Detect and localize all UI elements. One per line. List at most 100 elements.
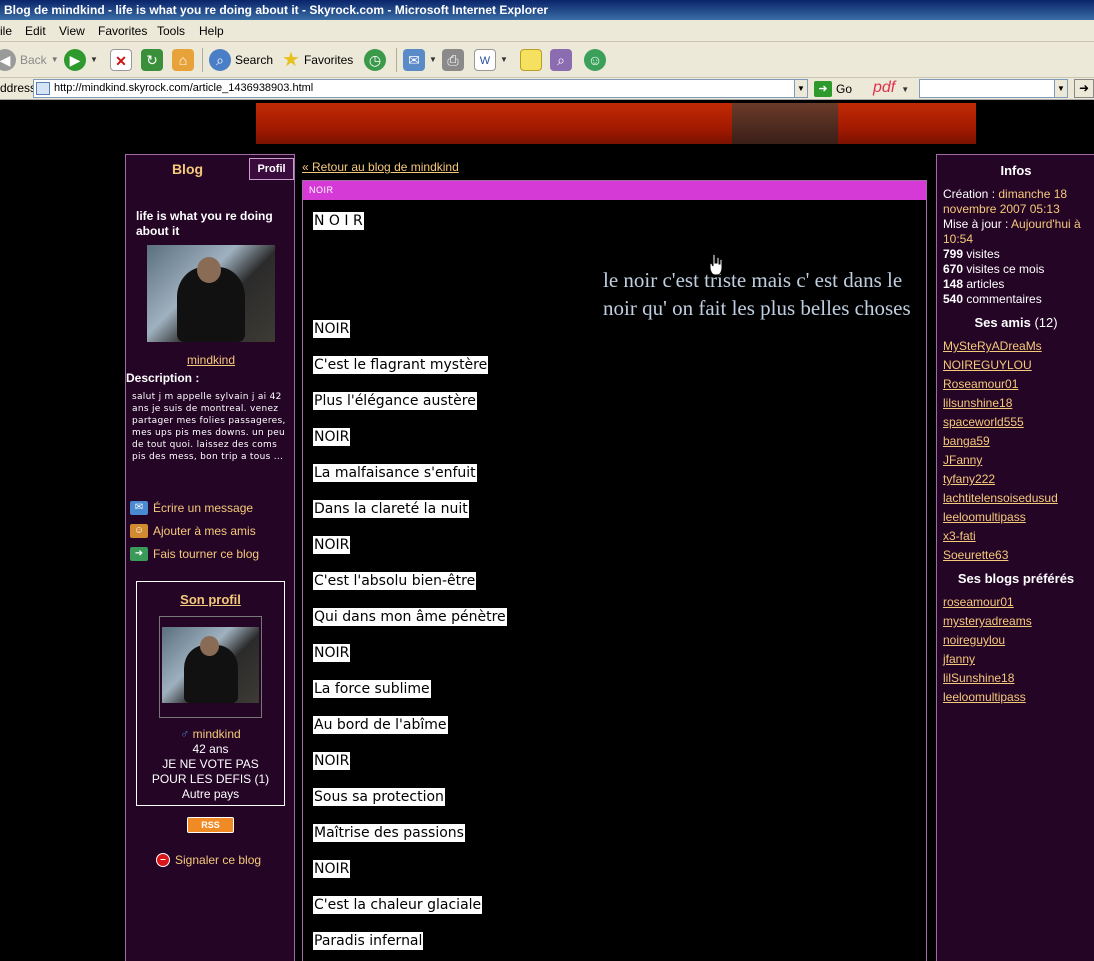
friend-link[interactable]: tyfany222 (943, 472, 995, 486)
description-label: Description : (126, 371, 200, 385)
poem-line: NOIR (313, 536, 351, 554)
friend-link[interactable]: Roseamour01 (943, 377, 1018, 391)
address-label: ddress (0, 81, 37, 95)
favorite-blog-link[interactable]: roseamour01 (943, 595, 1014, 609)
search-label: Search (235, 53, 274, 67)
author-link-label[interactable]: mindkind (187, 353, 235, 367)
poem-line: NOIR (313, 644, 351, 662)
articles-label: articles (966, 277, 1005, 291)
add-user-icon: ☺ (130, 524, 148, 538)
go-button[interactable]: ➜ Go (814, 80, 852, 98)
messenger-button[interactable]: ☺ (584, 48, 606, 72)
friend-link[interactable]: JFanny (943, 453, 982, 467)
back-button[interactable]: ◀ Back ▼ (0, 48, 59, 72)
menu-tools[interactable]: Tools (157, 20, 185, 42)
go-arrow-icon: ➜ (814, 81, 832, 97)
toolbar-divider (396, 48, 397, 72)
forward-button[interactable]: ▶ ▼ (64, 48, 98, 72)
favorites-button[interactable]: ★ Favorites (282, 48, 353, 72)
friend-link[interactable]: x3-fati (943, 529, 976, 543)
pdf-search-input[interactable] (919, 79, 1067, 98)
tab-profil[interactable]: Profil (249, 158, 294, 180)
profile-name-link[interactable]: mindkind (193, 727, 241, 741)
profile-photo[interactable] (162, 627, 259, 703)
poem-line: Paradis infernal (313, 932, 424, 950)
friend-link[interactable]: lachtitelensoisedusud (943, 491, 1058, 505)
left-sidebar: Blog Profil life is what you re doing ab… (125, 154, 295, 961)
add-friend-button[interactable]: ☺ Ajouter à mes amis (130, 523, 256, 539)
chevron-down-icon: ▼ (429, 55, 437, 64)
blog-title: life is what you re doing about it (136, 209, 273, 238)
discuss-button[interactable] (520, 48, 542, 72)
friend-link[interactable]: Soeurette63 (943, 548, 1008, 562)
favorites-label: Favorites (303, 53, 354, 67)
research-icon: ⌕ (550, 49, 572, 71)
blog-banner (256, 103, 976, 144)
author-link[interactable]: mindkind (126, 351, 296, 369)
stop-button[interactable]: ✕ (110, 48, 132, 72)
friend-link[interactable]: banga59 (943, 434, 990, 448)
avatar[interactable] (147, 245, 275, 342)
article: NOIR N O I R le noir c'est triste mais c… (302, 180, 927, 961)
history-button[interactable]: ◷ (364, 48, 386, 72)
rss-label: RSS (201, 820, 220, 830)
favorite-blog-link[interactable]: jfanny (943, 652, 975, 666)
menu-help[interactable]: Help (199, 20, 224, 42)
report-blog-button[interactable]: – Signaler ce blog (156, 853, 261, 867)
article-header: NOIR (303, 181, 926, 200)
favorite-blog-link[interactable]: leeloomultipass (943, 690, 1026, 704)
chevron-down-icon: ▼ (1057, 84, 1065, 93)
comments-count: 540 (943, 292, 964, 306)
infos-title: Infos (1000, 163, 1032, 178)
refresh-button[interactable]: ↻ (141, 48, 163, 72)
friend-link[interactable]: lilsunshine18 (943, 396, 1012, 410)
back-to-blog-link[interactable]: « Retour au blog de mindkind (302, 160, 459, 174)
research-button[interactable]: ⌕ (550, 48, 572, 72)
address-dropdown[interactable]: ▼ (794, 79, 808, 98)
favorite-blog-link[interactable]: noireguylou (943, 633, 1005, 647)
favorite-blog-link[interactable]: lilSunshine18 (943, 671, 1014, 685)
creation-label: Création : (943, 187, 996, 201)
favorite-blog-link[interactable]: mysteryadreams (943, 614, 1032, 628)
home-button[interactable]: ⌂ (172, 48, 194, 72)
stop-icon: ✕ (110, 49, 132, 71)
friend-link[interactable]: MySteRyADreaMs (943, 339, 1042, 353)
pdf-button[interactable]: pdf ▼ (873, 79, 909, 97)
poem-line: Maîtrise des passions (313, 824, 465, 842)
profile-title-link[interactable]: Son profil (137, 592, 284, 607)
friend-link[interactable]: leeloomultipass (943, 510, 1026, 524)
toolbar-divider (202, 48, 203, 72)
rss-button[interactable]: RSS (187, 817, 234, 833)
creation-info: Création : dimanche 18 novembre 2007 05:… (943, 187, 1091, 217)
search-button[interactable]: ⌕ Search (209, 48, 273, 72)
articles-count: 148 (943, 277, 964, 291)
friends-title: Ses amis (12) (937, 315, 1094, 330)
poem-line: Dans la clareté la nuit (313, 500, 469, 518)
mail-button[interactable]: ✉ ▼ (403, 48, 437, 72)
poem-line: NOIR (313, 860, 351, 878)
menu-file[interactable]: ile (0, 20, 12, 42)
menu-view[interactable]: View (59, 20, 85, 42)
pdf-dropdown[interactable]: ▼ (1054, 79, 1068, 98)
menu-edit[interactable]: Edit (25, 20, 46, 42)
chevron-down-icon: ▼ (500, 55, 508, 64)
update-info: Mise à jour : Aujourd'hui à 10:54 (943, 217, 1091, 247)
friend-link[interactable]: NOIREGUYLOU (943, 358, 1032, 372)
write-message-button[interactable]: ✉ Écrire un message (130, 500, 253, 516)
poem-line: La malfaisance s'enfuit (313, 464, 477, 482)
address-input[interactable]: http://mindkind.skyrock.com/article_1436… (33, 79, 807, 98)
comments-label: commentaires (966, 292, 1042, 306)
share-icon: ➜ (130, 547, 148, 561)
visits-month-stat: 670 visites ce mois (943, 262, 1091, 277)
back-arrow-icon: ◀ (0, 49, 16, 71)
menu-favorites[interactable]: Favorites (98, 20, 147, 42)
friend-link[interactable]: spaceworld555 (943, 415, 1024, 429)
share-blog-button[interactable]: ➜ Fais tourner ce blog (130, 546, 259, 562)
articles-stat: 148 articles (943, 277, 1091, 292)
toolbar-arrow-button[interactable]: ➜ (1074, 79, 1094, 98)
profile-face (200, 636, 219, 656)
edit-button[interactable]: W ▼ (474, 48, 508, 72)
print-button[interactable]: ⎙ (442, 48, 464, 72)
message-icon: ✉ (130, 501, 148, 515)
tab-blog[interactable]: Blog (126, 155, 249, 183)
